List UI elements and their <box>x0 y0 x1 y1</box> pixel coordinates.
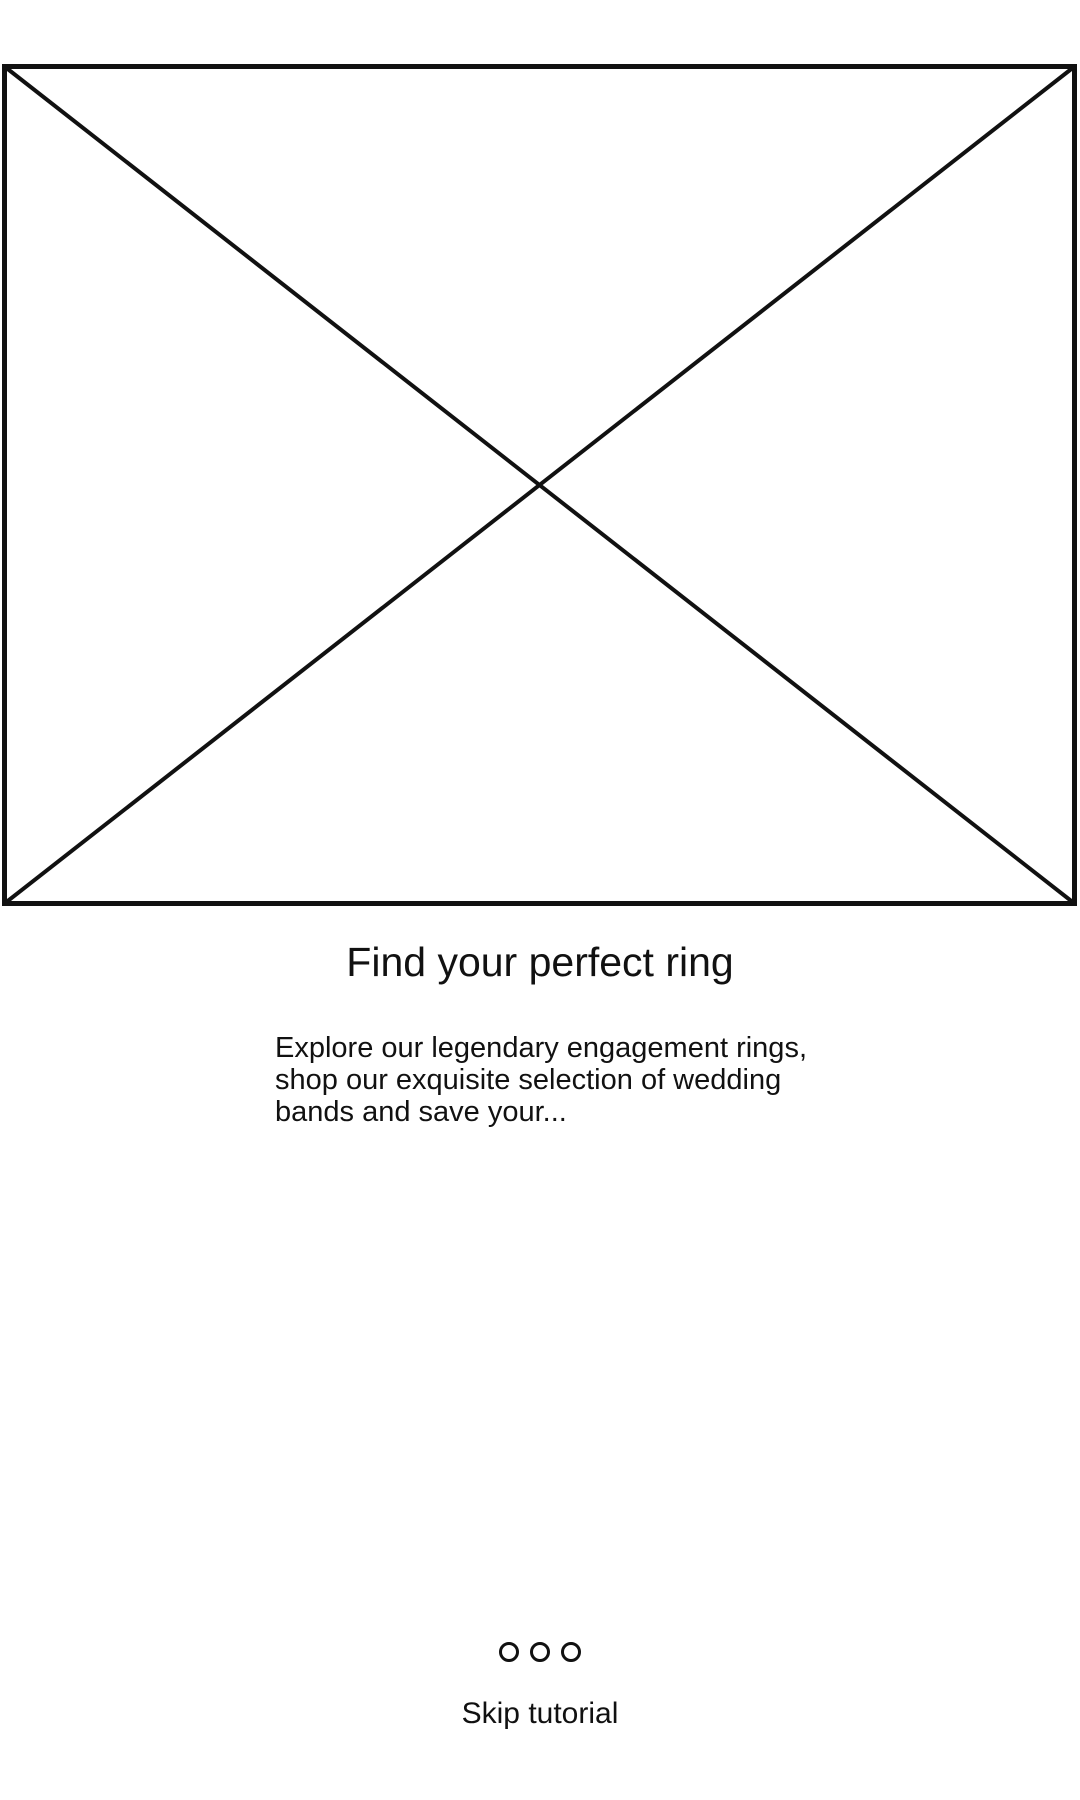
image-placeholder-icon <box>2 64 1077 906</box>
skip-tutorial-button[interactable]: Skip tutorial <box>0 1696 1080 1732</box>
page-dot-1[interactable] <box>499 1642 519 1662</box>
onboarding-screen: Find your perfect ring Explore our legen… <box>0 0 1080 1800</box>
onboarding-title: Find your perfect ring <box>346 939 734 985</box>
onboarding-description: Explore our legendary engagement rings, … <box>275 1032 807 1128</box>
hero-image-placeholder <box>2 64 1077 906</box>
page-dot-3[interactable] <box>561 1642 581 1662</box>
page-indicator <box>0 1642 1080 1662</box>
page-dot-2[interactable] <box>530 1642 550 1662</box>
